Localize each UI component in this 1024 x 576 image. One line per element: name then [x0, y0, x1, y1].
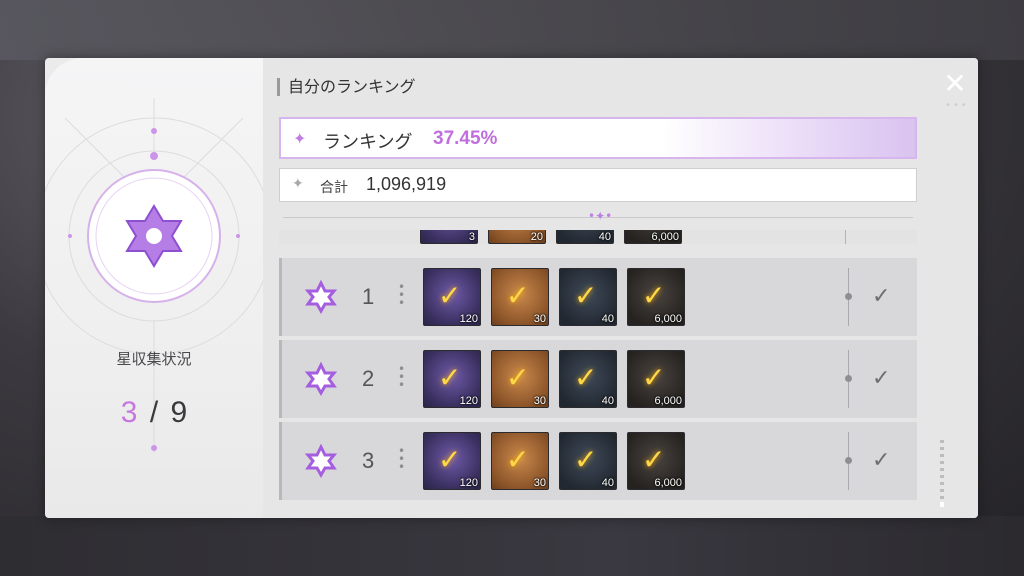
item-quantity: 30 [533, 313, 546, 325]
item-quantity: 6,000 [654, 477, 682, 489]
reward-item-material[interactable]: ✓ 30 [491, 432, 549, 490]
reward-item-crystal[interactable]: ✓ 120 [423, 432, 481, 490]
total-label: 合計 [320, 180, 348, 196]
check-icon: ✓ [506, 443, 530, 476]
item-quantity: 30 [533, 477, 546, 489]
item-quantity: 40 [601, 477, 614, 489]
item-quantity: 6,000 [654, 395, 682, 407]
dots-icon: • • • [398, 280, 406, 310]
purple-star-icon [304, 280, 338, 314]
close-icon: ✕ [943, 67, 967, 100]
rank-number: 1 [362, 284, 375, 309]
star-collection-pane: 星収集状況 3 / 9 [45, 58, 263, 518]
row-divider-dot [845, 457, 852, 464]
reward-item-gold[interactable]: 6,000 [624, 230, 682, 244]
reward-item-gem[interactable]: 40 [556, 230, 614, 244]
check-icon: ✓ [642, 279, 666, 312]
item-quantity: 6,000 [654, 313, 682, 325]
check-icon: ✓ [642, 361, 666, 394]
star-total: 9 [170, 396, 188, 429]
background-blur [0, 0, 1024, 60]
close-button[interactable]: ✕ [940, 70, 970, 100]
dots-icon: • • • [398, 444, 406, 474]
background-blur-bottom [0, 516, 1024, 576]
reward-item-material[interactable]: ✓ 30 [491, 350, 549, 408]
reward-item-crystal[interactable]: 3 [420, 230, 478, 244]
item-quantity: 120 [459, 395, 478, 407]
dots-icon: • • • [398, 362, 406, 392]
claimed-check-icon: ✓ [872, 448, 891, 473]
claimed-check-icon: ✓ [872, 284, 891, 309]
purple-star-icon [304, 444, 338, 478]
scrollbar-thumb[interactable] [940, 502, 944, 507]
reward-row: 3 • • • ✓ 120 ✓ 30 ✓ 40 ✓ 6,000 ✓ [279, 422, 917, 500]
check-icon: ✓ [642, 443, 666, 476]
reward-item-gem[interactable]: ✓ 40 [559, 268, 617, 326]
reward-item-material[interactable]: 20 [488, 230, 546, 244]
total-value: 1,096,919 [366, 174, 447, 194]
rank-number: 3 [362, 448, 375, 473]
check-icon: ✓ [574, 279, 598, 312]
sparkle-icon: ✦ [293, 129, 307, 148]
claimed-check-icon: ✓ [872, 366, 891, 391]
sparkle-icon: ✦ [292, 176, 304, 192]
item-quantity: 30 [533, 395, 546, 407]
check-icon: ✓ [438, 443, 462, 476]
ranking-dialog: 星収集状況 3 / 9 自分のランキング ✦ ランキング 37.45% ✦ 合計… [45, 58, 978, 518]
item-quantity: 20 [530, 231, 543, 243]
star-separator: / [149, 396, 159, 429]
check-icon: ✓ [574, 443, 598, 476]
reward-row: 2 • • • ✓ 120 ✓ 30 ✓ 40 ✓ 6,000 ✓ [279, 340, 917, 418]
item-quantity: 120 [459, 477, 478, 489]
scrollbar-track[interactable] [940, 440, 944, 506]
check-icon: ✓ [506, 361, 530, 394]
check-icon: ✓ [438, 361, 462, 394]
item-quantity: 6,000 [651, 231, 679, 243]
star-collection-count: 3 / 9 [45, 396, 263, 430]
reward-row: 1 • • • ✓ 120 ✓ 30 ✓ 40 ✓ 6,000 ✓ [279, 258, 917, 336]
reward-item-gold[interactable]: ✓ 6,000 [627, 432, 685, 490]
section-title: 自分のランキング [277, 78, 416, 96]
check-icon: ✓ [574, 361, 598, 394]
star-current: 3 [120, 396, 138, 429]
check-icon: ✓ [506, 279, 530, 312]
reward-row-partial: 3 20 40 6,000 [279, 230, 917, 244]
reward-item-crystal[interactable]: ✓ 120 [423, 350, 481, 408]
reward-item-gold[interactable]: ✓ 6,000 [627, 350, 685, 408]
reward-item-material[interactable]: ✓ 30 [491, 268, 549, 326]
ranking-pane: 自分のランキング ✦ ランキング 37.45% ✦ 合計 1,096,919 •… [263, 58, 978, 518]
more-dots-icon: ••• [945, 100, 969, 111]
check-icon: ✓ [438, 279, 462, 312]
reward-item-crystal[interactable]: ✓ 120 [423, 268, 481, 326]
item-quantity: 3 [468, 231, 475, 243]
item-quantity: 40 [598, 231, 611, 243]
reward-item-gold[interactable]: ✓ 6,000 [627, 268, 685, 326]
reward-item-gem[interactable]: ✓ 40 [559, 432, 617, 490]
row-divider-dot [845, 375, 852, 382]
divider-sparkle-icon: •✦• [588, 209, 613, 223]
star-emblem-art [45, 98, 263, 453]
star-collection-label: 星収集状況 [116, 350, 192, 368]
ranking-box: ✦ ランキング 37.45% [279, 117, 917, 159]
reward-item-gem[interactable]: ✓ 40 [559, 350, 617, 408]
total-box: ✦ 合計 1,096,919 [279, 168, 917, 202]
row-divider [845, 230, 846, 244]
reward-list[interactable]: 3 20 40 6,000 1 • • • ✓ 120 ✓ 30 ✓ 40 ✓ 6,000 [279, 230, 919, 500]
ranking-label: ランキング [323, 132, 413, 153]
row-divider-dot [845, 293, 852, 300]
purple-star-icon [304, 362, 338, 396]
ranking-value: 37.45% [433, 128, 498, 149]
item-quantity: 120 [459, 313, 478, 325]
item-quantity: 40 [601, 313, 614, 325]
item-quantity: 40 [601, 395, 614, 407]
rank-number: 2 [362, 366, 375, 391]
